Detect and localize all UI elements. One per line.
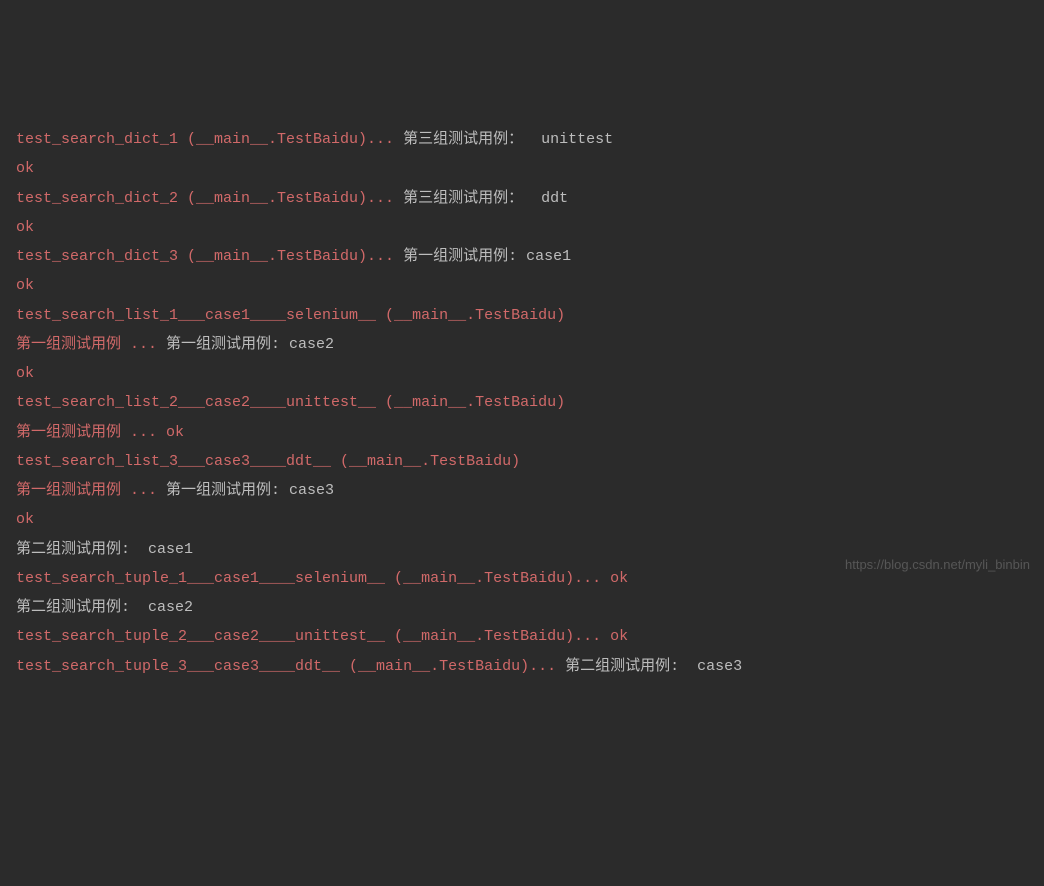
stderr-text: test_search_tuple_3___case3____ddt__ (__… [16,658,565,675]
stdout-text: 第二组测试用例: case3 [565,658,742,675]
terminal-line: test_search_list_3___case3____ddt__ (__m… [16,447,1028,476]
stderr-text: 第一组测试用例 ... ok [16,424,184,441]
watermark-text: https://blog.csdn.net/myli_binbin [845,552,1030,577]
terminal-line: test_search_tuple_2___case2____unittest_… [16,622,1028,651]
stderr-text: test_search_list_1___case1____selenium__… [16,307,565,324]
stderr-text: ok [16,219,34,236]
stdout-text: 第三组测试用例： ddt [403,190,568,207]
terminal-line: test_search_dict_2 (__main__.TestBaidu).… [16,184,1028,213]
terminal-line: 第二组测试用例: case2 [16,593,1028,622]
stderr-text: test_search_dict_1 (__main__.TestBaidu).… [16,131,403,148]
stdout-text: 第二组测试用例: case2 [16,599,193,616]
terminal-line: test_search_list_1___case1____selenium__… [16,301,1028,330]
stdout-text: 第一组测试用例: case3 [166,482,334,499]
stderr-text: test_search_list_2___case2____unittest__… [16,394,565,411]
terminal-line: test_search_dict_1 (__main__.TestBaidu).… [16,125,1028,154]
stderr-text: ok [16,365,34,382]
stderr-text: 第一组测试用例 ... [16,336,166,353]
stderr-text: 第一组测试用例 ... [16,482,166,499]
stderr-text: test_search_tuple_2___case2____unittest_… [16,628,628,645]
terminal-line: test_search_list_2___case2____unittest__… [16,388,1028,417]
terminal-line: ok [16,154,1028,183]
terminal-line: test_search_dict_3 (__main__.TestBaidu).… [16,242,1028,271]
terminal-line: ok [16,271,1028,300]
stderr-text: ok [16,160,34,177]
stdout-text: 第一组测试用例: case2 [166,336,334,353]
stderr-text: ok [16,277,34,294]
terminal-line: 第一组测试用例 ... ok [16,418,1028,447]
stderr-text: ok [16,511,34,528]
terminal-output: test_search_dict_1 (__main__.TestBaidu).… [16,125,1028,681]
stderr-text: test_search_dict_2 (__main__.TestBaidu).… [16,190,403,207]
terminal-line: 第一组测试用例 ... 第一组测试用例: case2 [16,330,1028,359]
stdout-text: 第一组测试用例: case1 [403,248,571,265]
terminal-line: ok [16,505,1028,534]
stderr-text: test_search_dict_3 (__main__.TestBaidu).… [16,248,403,265]
stderr-text: test_search_tuple_1___case1____selenium_… [16,570,628,587]
stdout-text: 第三组测试用例： unittest [403,131,613,148]
stdout-text: 第二组测试用例: case1 [16,541,193,558]
terminal-line: test_search_tuple_3___case3____ddt__ (__… [16,652,1028,681]
terminal-line: ok [16,213,1028,242]
terminal-line: 第一组测试用例 ... 第一组测试用例: case3 [16,476,1028,505]
terminal-line: ok [16,359,1028,388]
stderr-text: test_search_list_3___case3____ddt__ (__m… [16,453,520,470]
